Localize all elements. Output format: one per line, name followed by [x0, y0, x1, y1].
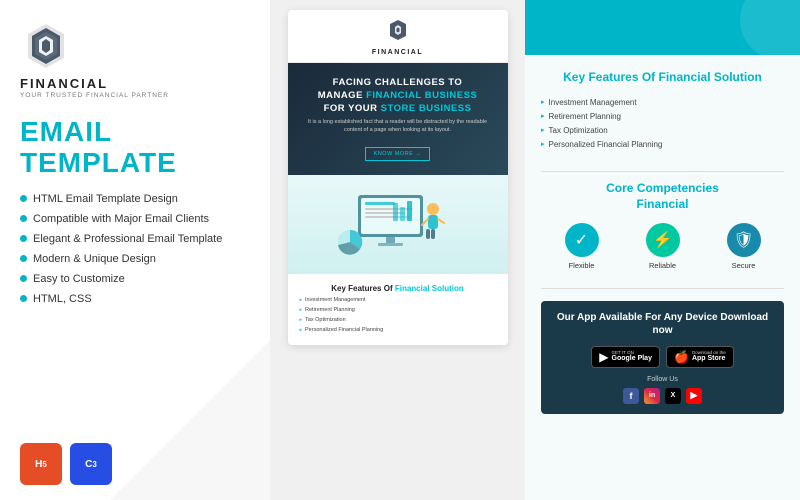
- apple-icon: 🍎: [674, 350, 689, 364]
- preview-hero-title: FACING CHALLENGES TO MANAGE FINANCIAL BU…: [300, 77, 496, 115]
- right-feature-item: Retirement Planning: [541, 109, 784, 123]
- app-store-badge[interactable]: 🍎 Download on the App Store: [666, 346, 734, 368]
- facebook-icon[interactable]: f: [623, 388, 639, 404]
- flexible-label: Flexible: [569, 261, 595, 270]
- app-section-title: Our App Available For Any Device Downloa…: [553, 311, 772, 338]
- preview-features: Key Features Of Financial Solution Inves…: [288, 274, 508, 345]
- feature-item: HTML, CSS: [20, 293, 250, 305]
- right-feature-list: Investment ManagementRetirement Planning…: [541, 95, 784, 151]
- preview-cta-button[interactable]: KNOW MORE →: [365, 147, 431, 161]
- logo-area: FINANCIAL YOUR TRUSTED FINANCIAL PARTNER: [20, 20, 250, 99]
- preview-feature-item: Tax Optimization: [300, 315, 496, 325]
- preview-feature-item: Retirement Planning: [300, 305, 496, 315]
- twitter-icon[interactable]: X: [665, 388, 681, 404]
- youtube-icon[interactable]: ▶: [686, 388, 702, 404]
- competency-icons: ✓ Flexible ⚡ Reliable 🛡 Secure: [541, 223, 784, 270]
- instagram-icon[interactable]: in: [644, 388, 660, 404]
- preview-feature-item: Personalized Financial Planning: [300, 325, 496, 335]
- right-panel: Key Features Of Financial Solution Inves…: [525, 0, 800, 500]
- feature-list: HTML Email Template Design Compatible wit…: [20, 193, 250, 431]
- feature-item: Modern & Unique Design: [20, 253, 250, 265]
- app-badges: ▶ GET IT ON Google Play 🍎 Download on th…: [553, 346, 772, 368]
- preview-features-title: Key Features Of Financial Solution: [300, 284, 496, 293]
- core-competencies-title: Core CompetenciesFinancial: [541, 180, 784, 212]
- right-feature-item: Tax Optimization: [541, 123, 784, 137]
- feature-item: Elegant & Professional Email Template: [20, 233, 250, 245]
- right-divider-1: [541, 171, 784, 172]
- email-preview-card: FINANCIAL FACING CHALLENGES TO MANAGE FI…: [288, 10, 508, 345]
- flexible-icon: ✓: [565, 223, 599, 257]
- preview-hero-sub: It is a long established fact that a rea…: [300, 119, 496, 134]
- bullet-icon: [20, 195, 27, 202]
- illustration-svg: [338, 187, 458, 262]
- middle-panel: FINANCIAL FACING CHALLENGES TO MANAGE FI…: [270, 0, 525, 500]
- feature-item: Compatible with Major Email Clients: [20, 213, 250, 225]
- feature-item: Easy to Customize: [20, 273, 250, 285]
- bullet-icon: [20, 295, 27, 302]
- financial-logo-icon: [20, 20, 72, 72]
- reliable-icon: ⚡: [646, 223, 680, 257]
- core-competencies: Core CompetenciesFinancial ✓ Flexible ⚡ …: [541, 180, 784, 269]
- bullet-icon: [20, 235, 27, 242]
- tech-badges: H5 C3: [20, 443, 250, 485]
- css3-badge: C3: [70, 443, 112, 485]
- comp-reliable: ⚡ Reliable: [646, 223, 680, 270]
- feature-item: HTML Email Template Design: [20, 193, 250, 205]
- comp-secure: 🛡 Secure: [727, 223, 761, 270]
- app-store-text: Download on the App Store: [692, 350, 726, 364]
- logo-sub: YOUR TRUSTED FINANCIAL PARTNER: [20, 92, 169, 99]
- follow-us-label: Follow Us: [553, 376, 772, 383]
- google-play-text: GET IT ON Google Play: [612, 350, 652, 364]
- email-template-title: EMAIL TEMPLATE: [20, 117, 250, 179]
- right-feature-item: Personalized Financial Planning: [541, 137, 784, 151]
- logo-name: FINANCIAL: [20, 76, 108, 91]
- right-content: Key Features Of Financial Solution Inves…: [525, 55, 800, 500]
- app-section: Our App Available For Any Device Downloa…: [541, 301, 784, 414]
- left-panel: FINANCIAL YOUR TRUSTED FINANCIAL PARTNER…: [0, 0, 270, 500]
- social-icons: f in X ▶: [553, 388, 772, 404]
- reliable-label: Reliable: [649, 261, 676, 270]
- bullet-icon: [20, 275, 27, 282]
- bullet-icon: [20, 255, 27, 262]
- preview-illustration: [288, 175, 508, 274]
- right-divider-2: [541, 288, 784, 289]
- google-play-icon: ▶: [599, 350, 608, 364]
- google-play-badge[interactable]: ▶ GET IT ON Google Play: [591, 346, 660, 368]
- preview-hero: FACING CHALLENGES TO MANAGE FINANCIAL BU…: [288, 63, 508, 175]
- comp-flexible: ✓ Flexible: [565, 223, 599, 270]
- preview-logo-icon: [386, 18, 410, 42]
- right-top-accent: [525, 0, 800, 55]
- secure-icon: 🛡: [727, 223, 761, 257]
- preview-feature-item: Investment Management: [300, 295, 496, 305]
- right-feature-item: Investment Management: [541, 95, 784, 109]
- preview-logo-name: FINANCIAL: [298, 49, 498, 56]
- secure-label: Secure: [732, 261, 756, 270]
- right-key-features-title: Key Features Of Financial Solution: [541, 69, 784, 85]
- preview-header: FINANCIAL: [288, 10, 508, 63]
- html5-badge: H5: [20, 443, 62, 485]
- bullet-icon: [20, 215, 27, 222]
